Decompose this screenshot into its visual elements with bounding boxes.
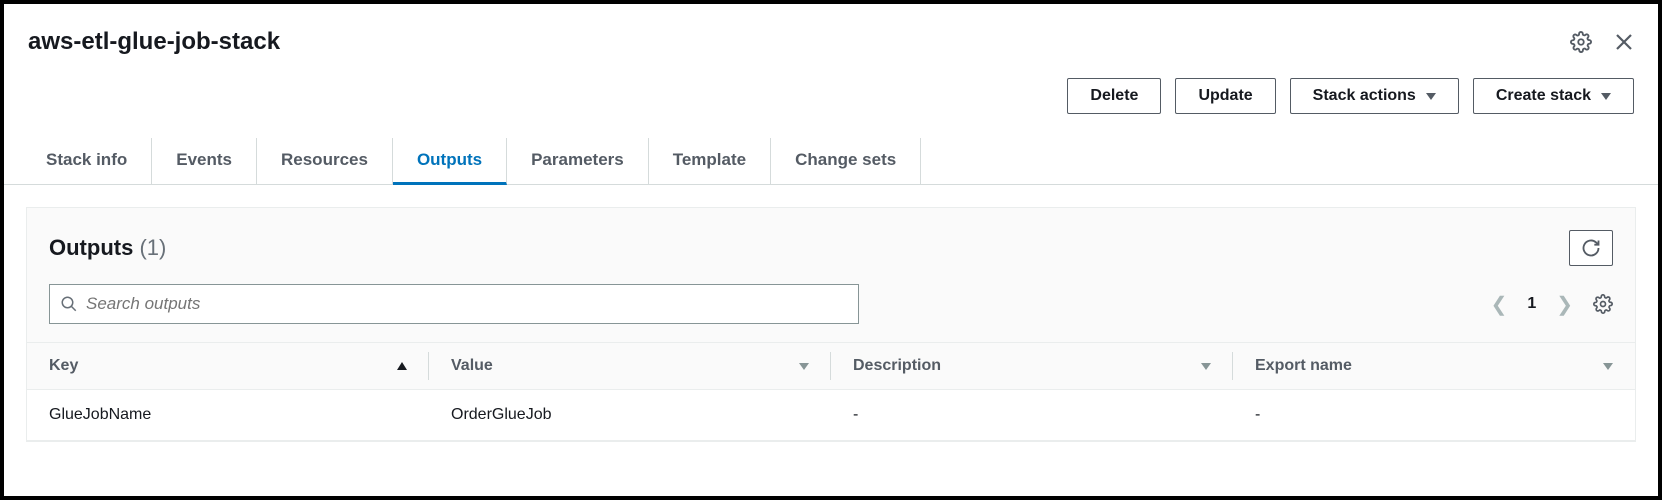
sort-menu-icon xyxy=(799,363,809,370)
tab-events[interactable]: Events xyxy=(152,138,257,185)
col-key[interactable]: Key xyxy=(27,343,429,390)
tab-template[interactable]: Template xyxy=(649,138,771,185)
page-number: 1 xyxy=(1527,295,1536,313)
refresh-icon xyxy=(1581,238,1601,258)
update-button[interactable]: Update xyxy=(1175,78,1275,114)
panel-count: (1) xyxy=(139,235,166,260)
table-header-row: Key Value Description Export name xyxy=(27,343,1635,390)
tab-outputs[interactable]: Outputs xyxy=(393,138,507,185)
table-settings-gear-icon[interactable] xyxy=(1593,294,1613,314)
tab-change-sets[interactable]: Change sets xyxy=(771,138,921,185)
col-value[interactable]: Value xyxy=(429,343,831,390)
create-stack-label: Create stack xyxy=(1496,87,1591,105)
tabs-bar: Stack info Events Resources Outputs Para… xyxy=(4,138,1658,185)
cell-export-name: - xyxy=(1233,390,1635,441)
stack-actions-label: Stack actions xyxy=(1313,87,1416,105)
refresh-button[interactable] xyxy=(1569,230,1613,266)
cell-key: GlueJobName xyxy=(27,390,429,441)
cell-description: - xyxy=(831,390,1233,441)
panel-header: Outputs (1) xyxy=(27,208,1635,276)
tab-stack-info[interactable]: Stack info xyxy=(28,138,152,185)
create-stack-button[interactable]: Create stack xyxy=(1473,78,1634,114)
outputs-panel: Outputs (1) ❮ 1 ❯ xyxy=(26,207,1636,442)
delete-button-label: Delete xyxy=(1090,87,1138,105)
stack-actions-button[interactable]: Stack actions xyxy=(1290,78,1459,114)
action-toolbar: Delete Update Stack actions Create stack xyxy=(4,68,1658,138)
col-description[interactable]: Description xyxy=(831,343,1233,390)
col-description-label: Description xyxy=(853,357,941,375)
close-icon[interactable] xyxy=(1614,32,1634,52)
col-key-label: Key xyxy=(49,357,78,375)
col-export-label: Export name xyxy=(1255,357,1352,375)
col-export-name[interactable]: Export name xyxy=(1233,343,1635,390)
panel-title: Outputs (1) xyxy=(49,235,166,261)
page-header: aws-etl-glue-job-stack xyxy=(4,4,1658,68)
sort-menu-icon xyxy=(1603,363,1613,370)
sort-menu-icon xyxy=(1201,363,1211,370)
header-controls xyxy=(1570,31,1634,53)
pager: ❮ 1 ❯ xyxy=(1487,288,1613,321)
tab-resources[interactable]: Resources xyxy=(257,138,393,185)
caret-down-icon xyxy=(1426,93,1436,100)
settings-gear-icon[interactable] xyxy=(1570,31,1592,53)
update-button-label: Update xyxy=(1198,87,1252,105)
sort-asc-icon xyxy=(397,362,407,370)
table-row[interactable]: GlueJobName OrderGlueJob - - xyxy=(27,390,1635,441)
panel-title-text: Outputs xyxy=(49,235,133,260)
stack-title: aws-etl-glue-job-stack xyxy=(28,28,280,56)
cell-value: OrderGlueJob xyxy=(429,390,831,441)
next-page-icon[interactable]: ❯ xyxy=(1552,288,1577,321)
tab-parameters[interactable]: Parameters xyxy=(507,138,649,185)
search-icon xyxy=(60,295,78,313)
col-value-label: Value xyxy=(451,357,493,375)
search-wrap[interactable] xyxy=(49,284,859,324)
delete-button[interactable]: Delete xyxy=(1067,78,1161,114)
prev-page-icon[interactable]: ❮ xyxy=(1487,288,1512,321)
caret-down-icon xyxy=(1601,93,1611,100)
outputs-table: Key Value Description Export name GlueJo… xyxy=(27,342,1635,441)
panel-controls: ❮ 1 ❯ xyxy=(27,276,1635,342)
search-input[interactable] xyxy=(86,294,848,314)
